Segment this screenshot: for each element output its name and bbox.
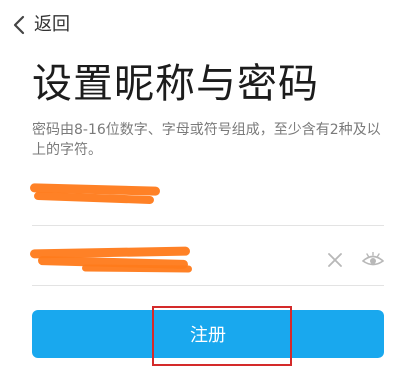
back-nav[interactable]: 返回 (10, 10, 70, 40)
nickname-field[interactable] (29, 175, 384, 226)
password-actions (324, 235, 384, 285)
register-button[interactable]: 注册 (32, 310, 384, 358)
eye-icon[interactable] (362, 249, 384, 271)
password-hint: 密码由8-16位数字、字母或符号组成，至少含有2种及以上的字符。 (32, 122, 381, 158)
back-label[interactable]: 返回 (34, 16, 70, 34)
password-field[interactable] (29, 235, 384, 286)
close-icon[interactable] (324, 249, 346, 271)
redaction-mark (81, 264, 193, 273)
chevron-left-icon[interactable] (10, 14, 28, 36)
page-title: 设置昵称与密码 (32, 61, 319, 107)
